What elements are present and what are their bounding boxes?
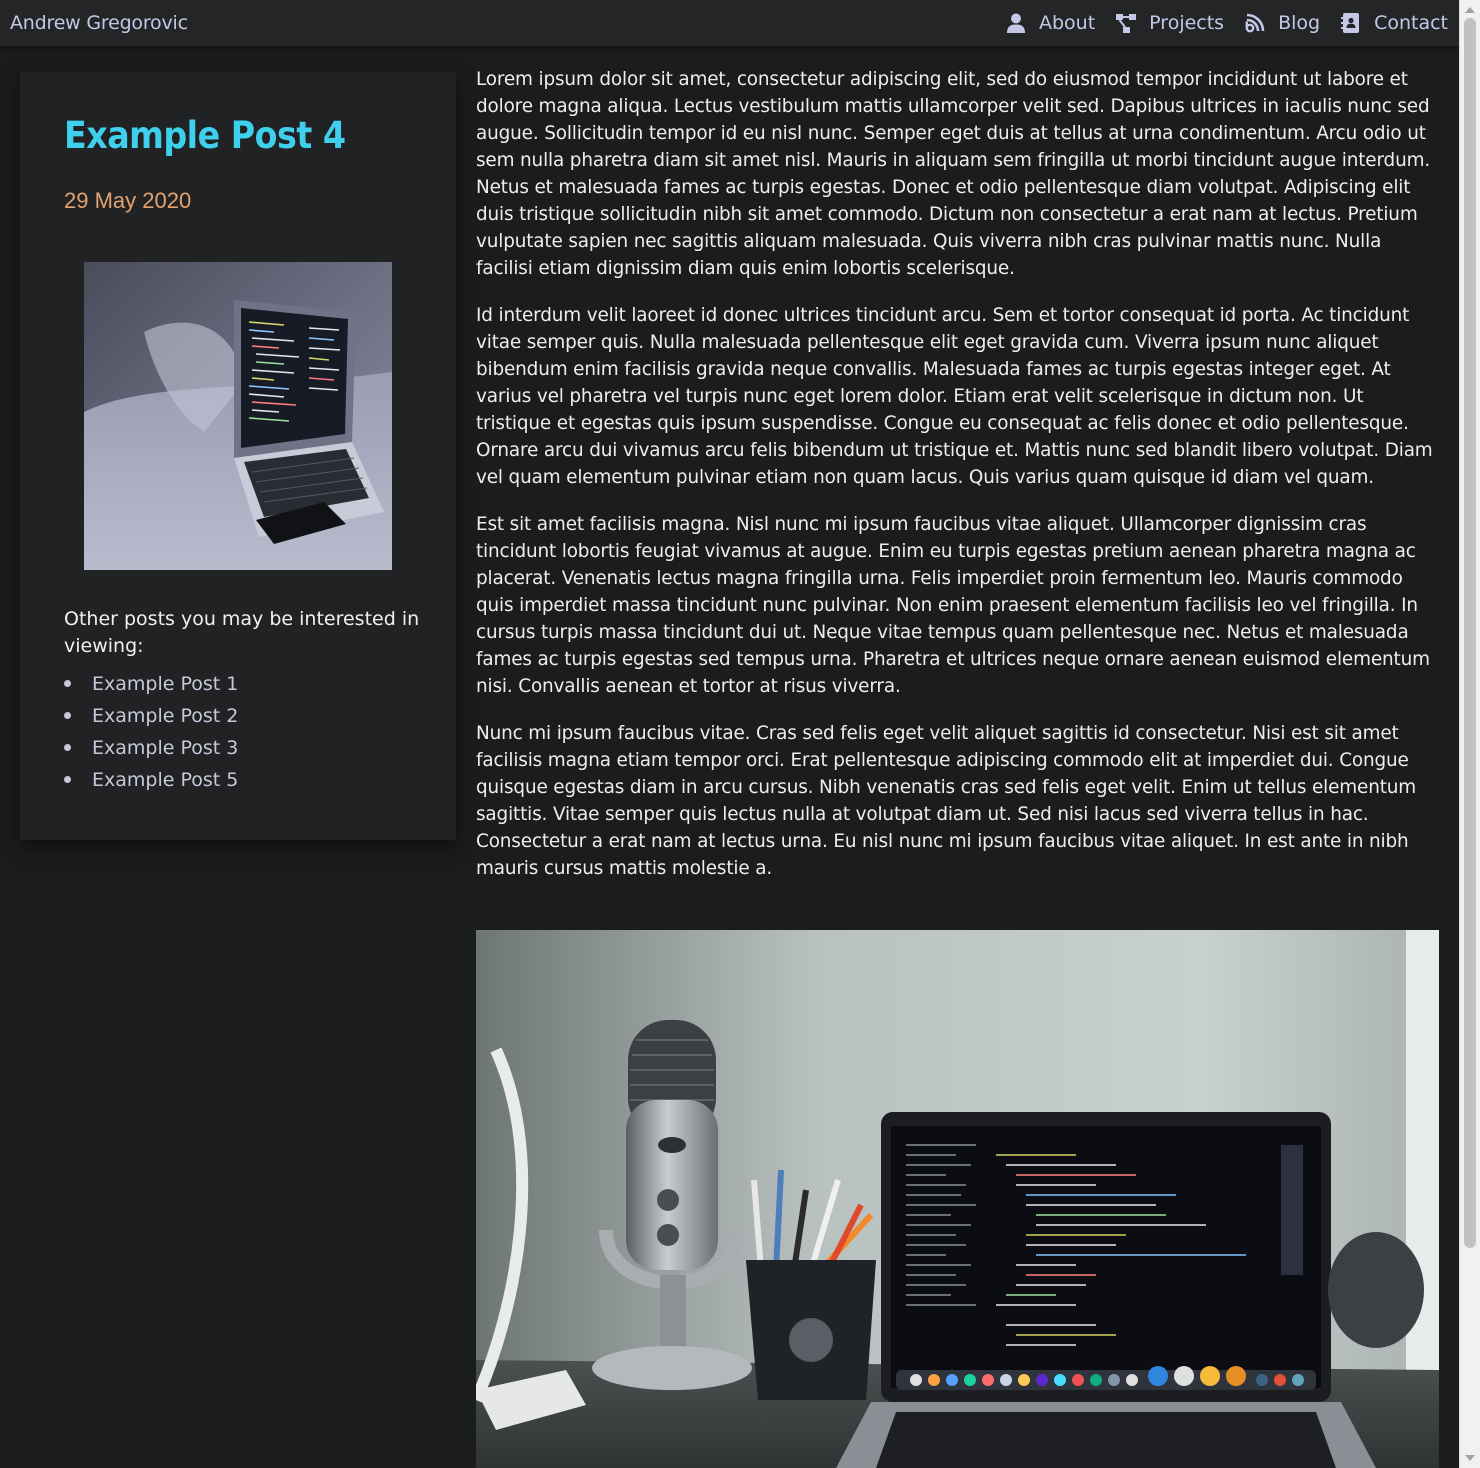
scroll-down-arrow-icon[interactable] — [1465, 1455, 1475, 1461]
related-post-link[interactable]: Example Post 3 — [64, 734, 238, 766]
related-posts-heading: Other posts you may be interested in vie… — [64, 608, 420, 657]
nav-item-label: Blog — [1278, 12, 1321, 34]
related-posts-list: Example Post 1 Example Post 2 Example Po… — [64, 670, 238, 798]
nav-item-projects[interactable]: Projects — [1115, 12, 1224, 34]
related-post-link[interactable]: Example Post 5 — [64, 766, 238, 798]
top-navbar: Andrew Gregorovic About Projects Blog Co… — [0, 0, 1460, 46]
article-hero-image — [476, 930, 1439, 1468]
project-diagram-icon — [1115, 12, 1137, 34]
post-article: Lorem ipsum dolor sit amet, consectetur … — [476, 66, 1440, 902]
page-scrollbar[interactable] — [1459, 0, 1480, 1468]
nav-item-blog[interactable]: Blog — [1244, 12, 1320, 34]
scroll-up-arrow-icon[interactable] — [1465, 7, 1475, 13]
article-paragraph: Est sit amet facilisis magna. Nisl nunc … — [476, 514, 1430, 697]
scrollbar-thumb[interactable] — [1464, 18, 1476, 1248]
related-post-link[interactable]: Example Post 2 — [64, 702, 238, 734]
post-info-card: Example Post 4 29 May 2020 Other posts y… — [20, 72, 456, 840]
blog-icon — [1244, 12, 1266, 34]
nav-item-label: About — [1038, 12, 1096, 34]
post-title: Example Post 4 — [64, 114, 346, 157]
article-paragraph: Nunc mi ipsum faucibus vitae. Cras sed f… — [476, 723, 1417, 879]
nav-item-label: Projects — [1149, 12, 1225, 34]
post-date: 29 May 2020 — [64, 188, 192, 213]
nav-item-label: Contact — [1374, 12, 1448, 34]
brand-name-link[interactable]: Andrew Gregorovic — [10, 12, 188, 34]
related-post-link[interactable]: Example Post 1 — [64, 670, 238, 702]
nav-item-contact[interactable]: Contact — [1340, 12, 1448, 34]
user-icon — [1005, 12, 1027, 34]
nav-links: About Projects Blog Contact — [985, 0, 1448, 46]
article-paragraph: Lorem ipsum dolor sit amet, consectetur … — [476, 69, 1431, 279]
article-paragraph: Id interdum velit laoreet id donec ultri… — [476, 305, 1433, 488]
address-book-icon — [1340, 12, 1362, 34]
post-thumbnail-image — [84, 262, 392, 570]
nav-item-about[interactable]: About — [1005, 12, 1095, 34]
